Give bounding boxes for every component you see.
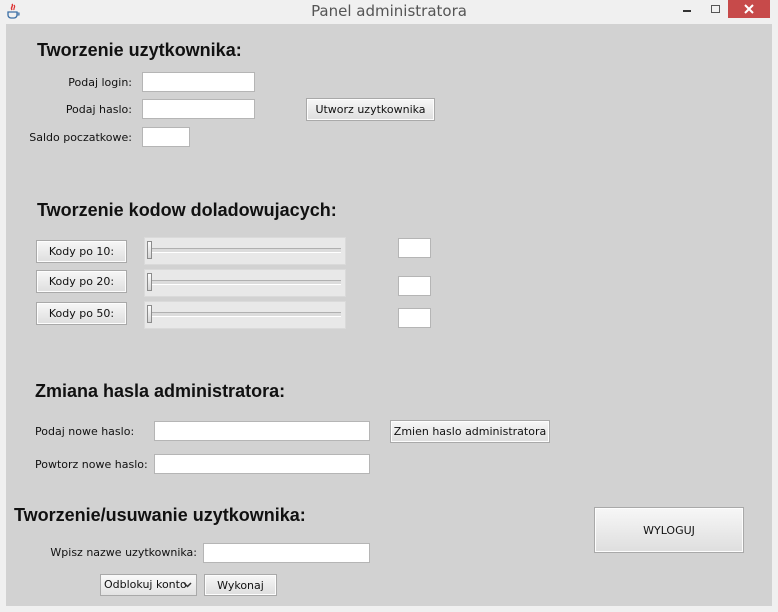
admin-password-heading: Zmiana hasla administratora: [35, 381, 286, 401]
execute-button[interactable]: Wykonaj [204, 574, 277, 596]
app-window: Panel administratora Tworzenie uzytkowni… [0, 0, 778, 612]
codes-20-slider[interactable] [144, 269, 346, 297]
codes-50-count[interactable] [398, 308, 431, 328]
new-password-label: Podaj nowe haslo: [35, 425, 135, 438]
codes-20-button[interactable]: Kody po 20: [36, 270, 127, 293]
initial-balance-input[interactable] [142, 127, 190, 147]
manage-user-heading: Tworzenie/usuwanie uzytkownika: [14, 505, 306, 525]
slider-track [149, 312, 341, 317]
account-action-select[interactable]: Odblokuj konto [100, 574, 197, 596]
slider-track [149, 280, 341, 285]
new-password-input[interactable] [154, 421, 370, 441]
create-user-heading: Tworzenie uzytkownika: [37, 40, 242, 60]
codes-50-button[interactable]: Kody po 50: [36, 302, 127, 325]
close-button[interactable] [728, 0, 770, 18]
account-action-value: Odblokuj konto [104, 578, 187, 591]
slider-track [149, 248, 341, 253]
initial-balance-label: Saldo poczatkowe: [29, 131, 132, 144]
username-input[interactable] [203, 543, 370, 563]
codes-20-count[interactable] [398, 276, 431, 296]
admin-panel: Tworzenie uzytkownika: Podaj login: Poda… [6, 24, 772, 606]
password-label: Podaj haslo: [65, 103, 132, 116]
slider-thumb[interactable] [147, 273, 152, 291]
codes-10-count[interactable] [398, 238, 431, 258]
close-icon [744, 4, 754, 14]
change-admin-password-button[interactable]: Zmien haslo administratora [390, 420, 550, 443]
username-label: Wpisz nazwe uzytkownika: [50, 546, 197, 559]
repeat-password-input[interactable] [154, 454, 370, 474]
slider-thumb[interactable] [147, 305, 152, 323]
window-title: Panel administratora [311, 2, 467, 20]
codes-10-button[interactable]: Kody po 10: [36, 240, 127, 263]
login-label: Podaj login: [68, 76, 132, 89]
repeat-password-label: Powtorz nowe haslo: [35, 458, 148, 471]
window-frame-bottom [0, 606, 778, 612]
codes-50-slider[interactable] [144, 301, 346, 329]
logout-button[interactable]: WYLOGUJ [594, 507, 744, 553]
codes-heading: Tworzenie kodow doladowujacych: [37, 200, 337, 220]
codes-10-slider[interactable] [144, 237, 346, 265]
maximize-button[interactable] [702, 0, 728, 18]
create-user-button[interactable]: Utworz uzytkownika [306, 98, 435, 121]
login-input[interactable] [142, 72, 255, 92]
minimize-button[interactable] [672, 0, 702, 18]
window-frame-right [772, 24, 778, 612]
password-input[interactable] [142, 99, 255, 119]
title-bar: Panel administratora [0, 0, 778, 24]
chevron-down-icon [183, 579, 192, 594]
slider-thumb[interactable] [147, 241, 152, 259]
